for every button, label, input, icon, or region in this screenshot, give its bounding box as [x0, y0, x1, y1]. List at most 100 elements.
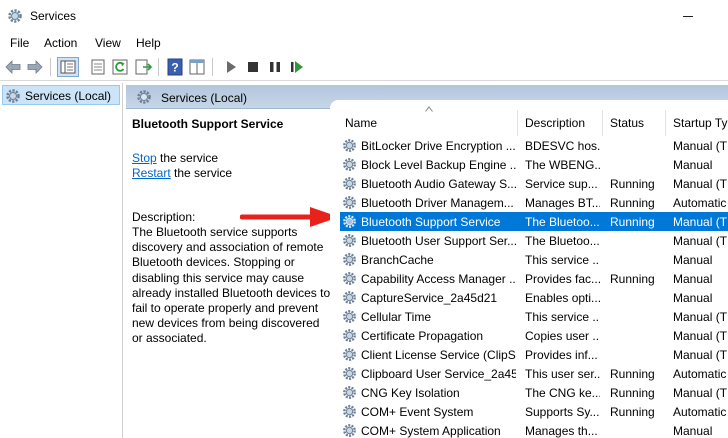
menu-help[interactable]: Help: [136, 36, 161, 50]
service-gear-icon: [343, 158, 356, 171]
tree-item-services-local[interactable]: Services (Local): [2, 85, 120, 105]
menu-bar: File Action View Help: [0, 33, 728, 53]
service-description-cell: This service ...: [525, 253, 600, 267]
service-gear-icon: [343, 196, 356, 209]
column-header-status[interactable]: Status: [610, 116, 644, 130]
toolbar: ?: [0, 54, 728, 81]
service-startup-type-cell: Manual (T: [673, 310, 728, 324]
table-row[interactable]: Clipboard User Service_2a45... This user …: [340, 364, 728, 383]
table-row[interactable]: Capability Access Manager ... Provides fa…: [340, 269, 728, 288]
menu-action[interactable]: Action: [44, 36, 77, 50]
service-gear-icon: [343, 234, 356, 247]
column-header-startup-type[interactable]: Startup Typ: [673, 116, 728, 130]
service-startup-type-cell: Manual: [673, 253, 713, 267]
service-description-cell: Provides fac...: [525, 272, 600, 286]
help-icon[interactable]: ?: [166, 58, 184, 76]
console-tree-icon[interactable]: [57, 57, 79, 77]
show-action-pane-icon[interactable]: [188, 58, 206, 76]
service-startup-type-cell: Manual: [673, 158, 713, 172]
stop-service-row: Stop the service: [132, 151, 218, 165]
service-startup-type-cell: Manual: [673, 291, 713, 305]
forward-arrow-icon[interactable]: [26, 58, 44, 76]
service-startup-type-cell: Manual: [673, 272, 713, 286]
table-row[interactable]: Client License Service (ClipS... Provides…: [340, 345, 728, 364]
service-startup-type-cell: Manual: [673, 424, 713, 438]
minimize-button[interactable]: [677, 6, 699, 26]
table-row[interactable]: CNG Key Isolation The CNG ke... Running Man…: [340, 383, 728, 402]
table-row[interactable]: COM+ System Application Manages th... Manu…: [340, 421, 728, 438]
column-divider[interactable]: [665, 110, 666, 136]
service-description-cell: The WBENG...: [525, 158, 600, 172]
service-status-cell: Running: [610, 196, 655, 210]
table-row[interactable]: COM+ Event System Supports Sy... Running Au…: [340, 402, 728, 421]
minimize-icon: [683, 16, 693, 17]
column-header-name[interactable]: Name: [345, 116, 377, 130]
restart-service-row: Restart the service: [132, 166, 232, 180]
window-title: Services: [30, 9, 77, 23]
table-row[interactable]: Bluetooth Driver Managem... Manages BT...…: [340, 193, 728, 212]
table-row[interactable]: CaptureService_2a45d21 Enables opti... Man…: [340, 288, 728, 307]
toolbar-separator: [50, 58, 51, 76]
refresh-icon[interactable]: [111, 58, 129, 76]
service-name-cell: Bluetooth User Support Ser...: [361, 234, 516, 248]
stop-suffix-text: the service: [156, 151, 219, 165]
service-description-cell: Manages th...: [525, 424, 598, 438]
column-divider[interactable]: [602, 110, 603, 136]
service-gear-icon: [343, 253, 356, 266]
tree-item-label: Services (Local): [25, 89, 112, 103]
toolbar-separator: [158, 58, 159, 76]
service-status-cell: Running: [610, 405, 655, 419]
service-name-cell: Block Level Backup Engine ...: [361, 158, 516, 172]
service-name-cell: CNG Key Isolation: [361, 386, 460, 400]
table-row-selected[interactable]: Bluetooth Support Service The Bluetoo... R…: [340, 212, 728, 231]
service-gear-icon: [343, 386, 356, 399]
column-header-description[interactable]: Description: [525, 116, 585, 130]
service-description-cell: The Bluetoo...: [525, 215, 600, 229]
table-row[interactable]: Bluetooth Audio Gateway S... Service sup.…: [340, 174, 728, 193]
table-row[interactable]: Block Level Backup Engine ... The WBENG..…: [340, 155, 728, 174]
menu-view[interactable]: View: [95, 36, 121, 50]
service-name-cell: Capability Access Manager ...: [361, 272, 516, 286]
services-gear-icon: [137, 90, 151, 104]
table-row[interactable]: Certificate Propagation Copies user ... Ma…: [340, 326, 728, 345]
service-description-cell: This user ser...: [525, 367, 600, 381]
service-startup-type-cell: Manual (T: [673, 139, 728, 153]
service-startup-type-cell: Manual (T: [673, 329, 728, 343]
properties-icon[interactable]: [89, 58, 107, 76]
column-divider[interactable]: [517, 110, 518, 136]
export-list-icon[interactable]: [134, 58, 152, 76]
service-name-cell: Certificate Propagation: [361, 329, 484, 343]
service-gear-icon: [343, 367, 356, 380]
red-arrow-annotation: [240, 207, 339, 227]
service-startup-type-cell: Automatic: [673, 196, 727, 210]
pause-service-icon[interactable]: [266, 58, 284, 76]
menu-file[interactable]: File: [10, 36, 29, 50]
service-gear-icon: [343, 424, 356, 437]
restart-service-icon[interactable]: [288, 58, 306, 76]
service-gear-icon: [343, 348, 356, 361]
service-startup-type-cell: Manual (T: [673, 348, 728, 362]
service-status-cell: Running: [610, 272, 655, 286]
stop-service-icon[interactable]: [244, 58, 262, 76]
service-name-cell: Cellular Time: [361, 310, 432, 324]
stop-service-link[interactable]: Stop: [132, 151, 157, 165]
service-name-cell: Client License Service (ClipS...: [361, 348, 516, 362]
service-description-cell: Supports Sy...: [525, 405, 600, 419]
service-description-cell: Manages BT...: [525, 196, 600, 210]
description-text: The Bluetooth service supports discovery…: [132, 225, 331, 346]
service-description-cell: This service ...: [525, 310, 600, 324]
service-name-cell: BranchCache: [361, 253, 434, 267]
service-name-cell: Bluetooth Support Service: [361, 215, 501, 229]
back-arrow-icon[interactable]: [4, 58, 22, 76]
services-gear-icon: [6, 89, 20, 103]
table-row[interactable]: Bluetooth User Support Ser... The Bluetoo…: [340, 231, 728, 250]
service-startup-type-cell: Manual (T: [673, 177, 728, 191]
service-gear-icon: [343, 272, 356, 285]
service-status-cell: Running: [610, 386, 655, 400]
table-row[interactable]: BranchCache This service ... Manual: [340, 250, 728, 269]
start-service-icon[interactable]: [222, 58, 240, 76]
table-row[interactable]: BitLocker Drive Encryption ... BDESVC hos…: [340, 136, 728, 155]
restart-service-link[interactable]: Restart: [132, 166, 171, 180]
table-row[interactable]: Cellular Time This service ... Manual (T: [340, 307, 728, 326]
pane-header-title: Services (Local): [161, 91, 248, 105]
